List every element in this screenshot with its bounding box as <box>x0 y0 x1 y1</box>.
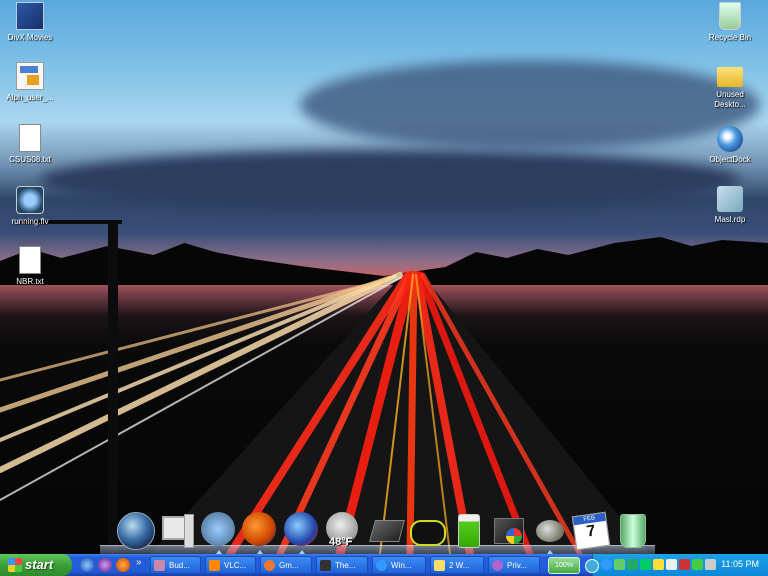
gimp-icon[interactable] <box>532 512 568 554</box>
quicklaunch-more[interactable]: » <box>136 557 142 568</box>
icon-label: NBR.txt <box>16 277 44 286</box>
media-player-icon[interactable] <box>490 512 526 548</box>
icon-label: running.flv <box>11 217 49 226</box>
firefox-icon[interactable] <box>242 512 278 554</box>
desktop-icon-alpha-user-pdf[interactable]: Alph_user_... <box>0 62 62 103</box>
ie-icon <box>376 560 387 571</box>
network-icon[interactable] <box>601 559 612 570</box>
icon-label: Masl.rdp <box>714 215 746 224</box>
weather-temperature: 48°F <box>329 536 353 548</box>
taskbar: start » Bud... VLC... Gm... The... Win..… <box>0 554 768 576</box>
windows-start-orb-icon[interactable] <box>117 512 155 550</box>
desktop-icon-recycle-bin[interactable]: Recycle Bin <box>698 2 762 43</box>
battery-tray-badge[interactable]: 100% <box>548 557 580 574</box>
pdf-file-icon <box>16 62 44 90</box>
calendar-day: 7 <box>585 522 597 541</box>
network-tools-icon[interactable] <box>201 512 237 554</box>
text-file-icon <box>19 246 41 274</box>
icon-label: DivX Movies <box>7 33 53 42</box>
start-button[interactable]: start <box>0 554 72 576</box>
hard-drive-icon[interactable] <box>368 512 405 548</box>
display-icon[interactable] <box>666 559 677 570</box>
system-tray: 11:05 PM <box>585 554 768 576</box>
app-icon <box>492 560 503 571</box>
icon-label: Recycle Bin <box>708 33 752 42</box>
icon-label: Unused Deskto... <box>714 90 746 109</box>
desktop-icon-csu-txt[interactable]: CSUS08.txt <box>0 124 62 165</box>
folder-icon <box>717 67 743 87</box>
signal-icon[interactable] <box>627 559 638 570</box>
browser-globe-icon[interactable] <box>284 512 320 554</box>
firefox-icon <box>264 560 275 571</box>
start-label: start <box>25 557 54 572</box>
task-label: Gm... <box>279 561 299 570</box>
ie-quicklaunch-icon[interactable] <box>80 558 94 572</box>
taskbar-button[interactable]: The... <box>316 556 368 574</box>
icon-label: Alph_user_... <box>6 93 54 102</box>
winamp-icon[interactable] <box>408 512 446 548</box>
task-label: The... <box>335 561 356 570</box>
calendar-icon[interactable]: FEB 7 <box>571 511 611 551</box>
remote-desktop-icon <box>717 186 743 212</box>
video-file-icon <box>16 186 44 214</box>
weather-moon-icon[interactable]: 48°F <box>326 512 362 548</box>
folder-icon <box>434 560 445 571</box>
volume-icon[interactable] <box>705 559 716 570</box>
task-label: Bud... <box>169 561 190 570</box>
wireless-icon[interactable] <box>640 559 651 570</box>
taskbar-button-group[interactable]: 2 W... <box>430 556 484 574</box>
tray-expand-icon[interactable] <box>585 559 599 573</box>
update-icon[interactable] <box>692 559 703 570</box>
security-icon[interactable] <box>653 559 664 570</box>
taskbar-button[interactable]: VLC... <box>205 556 256 574</box>
objectdock-bar: 48°F FEB 7 <box>100 506 655 554</box>
taskbar-button[interactable]: Bud... <box>150 556 201 574</box>
vlc-icon <box>209 560 220 571</box>
desktop-icon-nbr-txt[interactable]: NBR.txt <box>0 246 62 287</box>
desktop-icon-running-flv[interactable]: running.flv <box>0 186 62 227</box>
icon-label: ObjectDock <box>709 155 751 164</box>
desktop-icon-divx-movies[interactable]: DivX Movies <box>0 2 62 43</box>
desktop-wallpaper: DivX Movies Alph_user_... CSUS08.txt run… <box>0 0 768 554</box>
antivirus-icon[interactable] <box>679 559 690 570</box>
windows-flag-icon <box>8 558 22 572</box>
taskbar-button[interactable]: Gm... <box>260 556 312 574</box>
taskbar-button[interactable]: Win... <box>372 556 426 574</box>
firefox-quicklaunch-icon[interactable] <box>116 558 130 572</box>
media-icon <box>320 560 331 571</box>
objectdock-icon <box>717 126 743 152</box>
divx-shortcut-icon <box>16 2 44 30</box>
task-label: 2 W... <box>449 561 470 570</box>
icon-label: CSUS08.txt <box>9 155 51 164</box>
dock-recycle-bin-icon[interactable] <box>614 512 650 548</box>
task-label: Priv... <box>507 561 527 570</box>
my-computer-icon[interactable] <box>158 512 194 548</box>
highway-light-trails <box>0 220 650 554</box>
desktop-icon-masl-rdp[interactable]: Masl.rdp <box>698 186 762 225</box>
text-file-icon <box>19 124 41 152</box>
connection-icon[interactable] <box>614 559 625 570</box>
quicklaunch-app-icon[interactable] <box>98 558 112 572</box>
clock[interactable]: 11:05 PM <box>721 559 759 569</box>
app-icon <box>154 560 165 571</box>
battery-icon[interactable] <box>450 512 486 548</box>
desktop-icon-unused-desktop[interactable]: Unused Deskto... <box>698 64 762 110</box>
task-label: Win... <box>391 561 412 570</box>
desktop-icon-objectdock[interactable]: ObjectDock <box>698 126 762 165</box>
task-label: VLC... <box>224 561 247 570</box>
recycle-bin-icon <box>719 2 741 30</box>
taskbar-button[interactable]: Priv... <box>488 556 540 574</box>
